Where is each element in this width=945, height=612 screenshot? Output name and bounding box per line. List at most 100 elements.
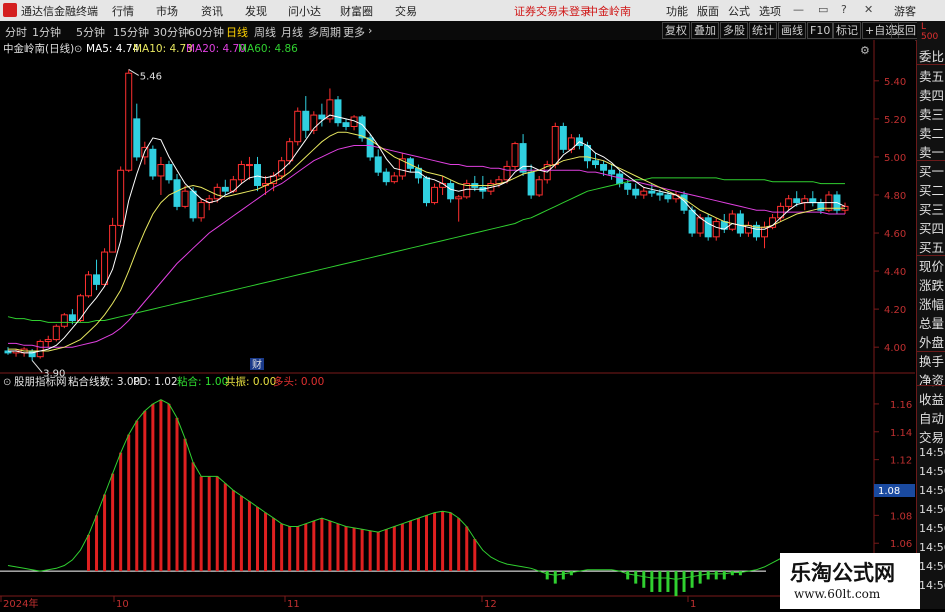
menu-wenxiaoda[interactable]: 问小达 [288, 3, 321, 19]
menu-faxian[interactable]: 发现 [245, 3, 267, 19]
menu-jiaoyi[interactable]: 交易 [395, 3, 417, 19]
candle-body [133, 118, 141, 158]
candle-body [237, 164, 245, 181]
period-week[interactable]: 周线 [254, 24, 276, 40]
candle-body [125, 72, 133, 171]
candle-body [245, 164, 253, 167]
kline-chart[interactable]: 中金岭南(日线) ⊙ MA5: 4.74 MA10: 4.73 MA20: 4.… [0, 40, 916, 610]
side-panel-item: 买五 [919, 240, 945, 255]
candle-body [793, 198, 801, 204]
ma10-label: MA10: 4.73 [133, 43, 193, 55]
side-panel-item: 卖三 [919, 107, 945, 122]
period-fenshi[interactable]: 分时 [5, 24, 27, 40]
indicator-tick-label: 1.12 [890, 456, 912, 467]
menu-caifuquan[interactable]: 财富圈 [340, 3, 373, 19]
period-month[interactable]: 月线 [281, 24, 303, 40]
candle-body [286, 141, 294, 162]
candle-body [334, 99, 342, 124]
side-panel-item: 卖二 [919, 126, 945, 141]
settings-icon[interactable]: ⚙ [860, 44, 870, 57]
candle-body [109, 224, 117, 253]
help-icon[interactable]: ? [841, 3, 847, 16]
back-button[interactable]: 返回 [891, 22, 919, 39]
candle-body [455, 196, 463, 200]
restore-icon[interactable]: ▭ [818, 3, 828, 16]
tongji-button[interactable]: 统计 [749, 22, 777, 39]
candle-body [76, 295, 84, 322]
period-toolbar: 分时 1分钟 5分钟 15分钟 30分钟 60分钟 日线 周线 月线 多周期 更… [0, 21, 945, 41]
side-panel-divider [917, 385, 945, 386]
period-multi[interactable]: 多周期 [308, 24, 341, 40]
candle-body [253, 164, 261, 186]
side-panel-item: 买三 [919, 202, 945, 217]
candle-body [101, 251, 109, 285]
indicator-tick-label: 1.14 [890, 428, 912, 439]
candle-body [640, 190, 648, 196]
collapse-icon[interactable]: ⊙ [74, 44, 82, 55]
indicator-param-gongzhen: 共振: 0.00 [225, 375, 276, 388]
period-60min[interactable]: 60分钟 [188, 24, 224, 40]
fuquan-button[interactable]: 复权 [662, 22, 690, 39]
huaxian-button[interactable]: 画线 [778, 22, 806, 39]
side-panel-item: 净资 [919, 373, 945, 388]
duogu-button[interactable]: 多股 [720, 22, 748, 39]
ma60-label: MA60: 4.86 [238, 43, 298, 55]
indicator-tick-label: 1.16 [890, 400, 912, 411]
side-panel-item: 卖五 [919, 69, 945, 84]
side-panel-item: 14:56 [919, 579, 945, 592]
price-tick-label: 5.20 [884, 115, 906, 126]
chevron-right-icon[interactable]: › [368, 24, 372, 37]
biaoji-button[interactable]: 标记 [833, 22, 861, 39]
candle-body [431, 186, 439, 204]
candle-body [624, 183, 632, 190]
side-panel-item[interactable]: 交易 [919, 427, 945, 446]
menu-gongneng[interactable]: 功能 [666, 3, 688, 19]
date-tick-label: 11 [287, 599, 300, 609]
side-panel-item: 外盘 [919, 335, 945, 350]
menu-xuanxiang[interactable]: 选项 [759, 3, 781, 19]
indicator-collapse-icon[interactable]: ⊙ [3, 377, 11, 388]
candle-body [688, 209, 696, 234]
price-tick-label: 5.40 [884, 77, 906, 88]
period-30min[interactable]: 30分钟 [153, 24, 189, 40]
period-day[interactable]: 日线 [226, 24, 248, 40]
indicator-param-count: 粘合线数: 3.00 [68, 375, 140, 388]
side-panel-item: 现价 [919, 259, 945, 274]
period-1min[interactable]: 1分钟 [32, 24, 61, 40]
ma20-label: MA20: 4.70 [186, 43, 246, 55]
period-more[interactable]: 更多 [343, 24, 365, 40]
indicator-title: 股朋指标网 [14, 375, 67, 388]
menu-gongshi[interactable]: 公式 [728, 3, 750, 19]
candle-body [157, 164, 165, 177]
menu-shichang[interactable]: 市场 [156, 3, 178, 19]
f10-button[interactable]: F10 [807, 22, 834, 39]
candle-body [36, 340, 44, 358]
close-icon[interactable]: ✕ [864, 3, 873, 16]
diejia-button[interactable]: 叠加 [691, 22, 719, 39]
minimize-icon[interactable]: — [793, 3, 804, 16]
candle-body [503, 165, 511, 181]
candle-body [551, 125, 559, 166]
candle-body [221, 186, 229, 192]
date-tick-label: 10 [116, 599, 129, 609]
period-5min[interactable]: 5分钟 [76, 24, 105, 40]
candle-body [712, 221, 720, 238]
side-panel-item: 卖一 [919, 145, 945, 160]
period-15min[interactable]: 15分钟 [113, 24, 149, 40]
candle-body [28, 350, 36, 358]
menu-hangqing[interactable]: 行情 [112, 3, 134, 19]
price-tick-label: 4.40 [884, 267, 906, 278]
candle-body [632, 188, 640, 196]
side-panel-divider [917, 255, 945, 256]
menu-zixun[interactable]: 资讯 [201, 3, 223, 19]
guest-label[interactable]: 游客 [894, 3, 916, 19]
watermark-title: 乐淘公式网 [790, 561, 895, 585]
trade-login-notice[interactable]: 证券交易未登录 [514, 3, 591, 19]
watermark: 乐淘公式网 www.60lt.com [780, 553, 920, 609]
chart-area[interactable]: 中金岭南(日线) ⊙ MA5: 4.74 MA10: 4.73 MA20: 4.… [0, 40, 916, 610]
side-panel-item[interactable]: 自动 [919, 408, 945, 427]
candle-body [423, 177, 430, 204]
menu-banmian[interactable]: 版面 [697, 3, 719, 19]
indicator-current-value: 1.08 [878, 486, 900, 497]
candle-body [801, 198, 809, 204]
